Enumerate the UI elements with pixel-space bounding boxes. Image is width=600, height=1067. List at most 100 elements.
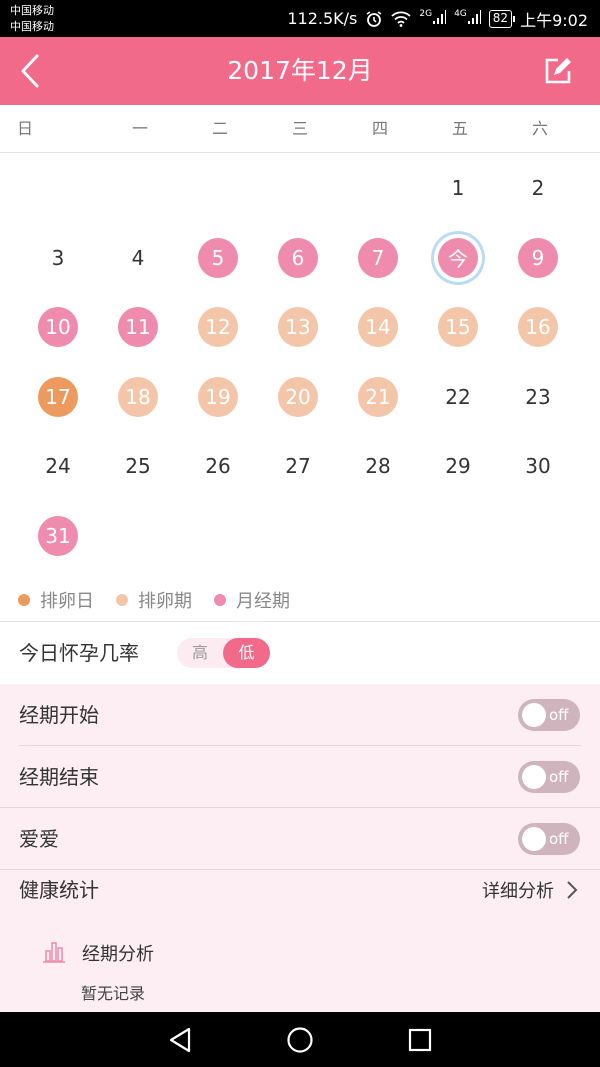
period-analysis-title[interactable]: 经期分析 xyxy=(82,940,154,970)
detail-analysis-label: 详细分析 xyxy=(482,881,554,902)
weekday-tue: 二 xyxy=(211,119,228,138)
row-love: 爱爱 off xyxy=(0,808,600,870)
legend-ovulation-period: 排卵期 xyxy=(116,587,192,613)
dot-icon xyxy=(214,594,226,606)
calendar-day[interactable]: 14 xyxy=(358,307,398,348)
nav-home-button[interactable] xyxy=(280,1020,320,1060)
alarm-icon xyxy=(366,10,382,27)
calendar-day[interactable]: 19 xyxy=(198,376,238,417)
calendar-day[interactable]: 26 xyxy=(198,446,238,486)
period-start-label: 经期开始 xyxy=(19,703,99,727)
signal-icon xyxy=(433,9,447,24)
weekday-fri: 五 xyxy=(451,119,468,138)
pregnancy-chance-row: 今日怀孕几率 高 低 xyxy=(0,622,600,684)
signal-icon xyxy=(467,9,481,24)
status-right: 112.5K/s 2G 4G 82 上午9:02 xyxy=(287,0,588,37)
option-low[interactable]: 低 xyxy=(223,638,270,668)
switch-knob xyxy=(522,703,546,727)
switch-state: off xyxy=(549,706,569,724)
wifi-icon xyxy=(391,11,411,27)
calendar-day[interactable]: 25 xyxy=(118,446,158,486)
calendar-day[interactable]: 11 xyxy=(118,307,158,348)
pregnancy-chance-label: 今日怀孕几率 xyxy=(19,641,139,665)
legend-ovulation-day: 排卵日 xyxy=(18,587,94,613)
calendar-grid: 1 2 3 4 5 6 7 今 9 10 11 12 13 14 15 16 17 18 19 20 21 22 23 24 2… xyxy=(0,155,600,575)
calendar-day[interactable]: 17 xyxy=(38,376,78,417)
square-recent-icon xyxy=(408,1028,432,1051)
calendar-day[interactable]: 2 xyxy=(518,168,558,208)
switch-knob xyxy=(522,827,546,851)
battery-indicator: 82 xyxy=(488,9,516,28)
legend-label: 月经期 xyxy=(236,591,290,612)
switch-state: off xyxy=(549,830,569,848)
calendar-day[interactable]: 31 xyxy=(38,516,78,556)
row-period-end: 经期结束 off xyxy=(0,746,600,808)
chevron-right-icon xyxy=(567,881,578,899)
calendar-legend: 排卵日 排卵期 月经期 xyxy=(0,578,600,622)
calendar-day[interactable]: 28 xyxy=(358,446,398,486)
love-label: 爱爱 xyxy=(19,827,59,851)
switch-state: off xyxy=(549,768,569,786)
health-stats-label: 健康统计 xyxy=(19,878,99,902)
calendar-day[interactable]: 22 xyxy=(438,377,478,417)
circle-home-icon xyxy=(287,1026,313,1053)
calendar-day[interactable]: 4 xyxy=(118,238,158,278)
legend-label: 排卵期 xyxy=(138,591,192,612)
calendar-day[interactable]: 10 xyxy=(38,307,78,348)
period-start-switch[interactable]: off xyxy=(518,699,580,731)
system-nav-bar xyxy=(0,1012,600,1067)
no-record-text: 暂无记录 xyxy=(81,984,146,1003)
period-end-switch[interactable]: off xyxy=(518,761,580,793)
legend-menstrual-period: 月经期 xyxy=(214,587,290,613)
calendar-day[interactable]: 20 xyxy=(278,376,318,417)
net-4g-label: 4G xyxy=(454,8,467,19)
carrier-1: 中国移动 xyxy=(10,4,54,17)
calendar-day[interactable]: 15 xyxy=(438,307,478,348)
clock: 上午9:02 xyxy=(520,10,588,30)
weekday-sun: 日 xyxy=(17,119,34,138)
weekday-mon: 一 xyxy=(131,119,148,138)
calendar-day[interactable]: 6 xyxy=(278,237,318,278)
period-end-label: 经期结束 xyxy=(19,765,99,789)
edit-button[interactable] xyxy=(540,53,576,89)
option-high[interactable]: 高 xyxy=(177,638,223,668)
triangle-back-icon xyxy=(169,1027,191,1052)
dot-icon xyxy=(18,594,30,606)
weekday-header: 日 一 二 三 四 五 六 xyxy=(0,105,600,153)
pregnancy-chance-toggle[interactable]: 高 低 xyxy=(177,638,270,668)
calendar-day[interactable]: 12 xyxy=(198,307,238,348)
calendar-day[interactable]: 21 xyxy=(358,376,398,417)
network-speed: 112.5K/s xyxy=(287,9,358,28)
calendar-day[interactable]: 29 xyxy=(438,446,478,486)
calendar-day[interactable]: 18 xyxy=(118,376,158,417)
chevron-left-icon xyxy=(21,54,39,88)
row-period-start: 经期开始 off xyxy=(0,684,600,746)
edit-icon xyxy=(545,58,571,84)
calendar-day[interactable]: 27 xyxy=(278,446,318,486)
detail-analysis-link[interactable]: 详细分析 xyxy=(482,870,578,910)
calendar-day[interactable]: 3 xyxy=(38,238,78,278)
calendar-day-today[interactable]: 今 xyxy=(438,237,478,278)
calendar-day[interactable]: 9 xyxy=(518,237,558,278)
nav-back-button[interactable] xyxy=(160,1020,200,1060)
nav-recent-button[interactable] xyxy=(400,1020,440,1060)
calendar-day[interactable]: 30 xyxy=(518,446,558,486)
calendar-day[interactable]: 7 xyxy=(358,237,398,278)
calendar-day[interactable]: 16 xyxy=(518,307,558,348)
weekday-wed: 三 xyxy=(291,119,308,138)
love-switch[interactable]: off xyxy=(518,823,580,855)
month-title: 2017年12月 xyxy=(227,56,373,85)
calendar-day[interactable]: 24 xyxy=(38,446,78,486)
weekday-thu: 四 xyxy=(371,119,388,138)
switch-knob xyxy=(522,765,546,789)
dot-icon xyxy=(116,594,128,606)
back-button[interactable] xyxy=(8,47,52,95)
calendar-day[interactable]: 13 xyxy=(278,307,318,348)
carrier-2: 中国移动 xyxy=(10,20,54,33)
calendar-day[interactable]: 23 xyxy=(518,377,558,417)
app-header: 2017年12月 xyxy=(0,37,600,105)
records-section: 经期开始 off 经期结束 off 爱爱 off 健康统计 详细分析 经期分析 … xyxy=(0,684,600,1012)
calendar-day[interactable]: 1 xyxy=(438,168,478,208)
calendar-day[interactable]: 5 xyxy=(198,237,238,278)
legend-label: 排卵日 xyxy=(40,591,94,612)
